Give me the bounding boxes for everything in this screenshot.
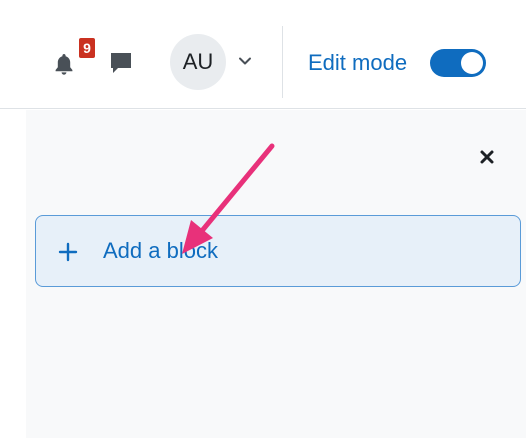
- add-block-button[interactable]: Add a block: [35, 215, 521, 287]
- edit-mode-toggle[interactable]: [430, 49, 486, 77]
- close-drawer-button[interactable]: [474, 144, 500, 170]
- notifications-button[interactable]: [52, 48, 78, 78]
- bell-icon: [55, 54, 73, 75]
- add-block-label: Add a block: [103, 238, 218, 263]
- user-menu-toggle[interactable]: AU: [170, 34, 266, 90]
- avatar: AU: [170, 34, 226, 90]
- chevron-down-icon: [239, 57, 251, 65]
- messages-button[interactable]: [108, 50, 134, 76]
- edit-mode-label: Edit mode: [308, 50, 408, 75]
- top-navbar: 9 AU Edit mode: [0, 0, 526, 109]
- plus-icon: [58, 242, 78, 262]
- notification-count-badge: 9: [79, 38, 95, 58]
- close-icon: [480, 150, 494, 164]
- chat-icon: [111, 53, 131, 73]
- navbar-divider: [282, 26, 283, 98]
- page: 9 AU Edit mode Add a block: [0, 0, 526, 438]
- toggle-knob: [461, 52, 483, 74]
